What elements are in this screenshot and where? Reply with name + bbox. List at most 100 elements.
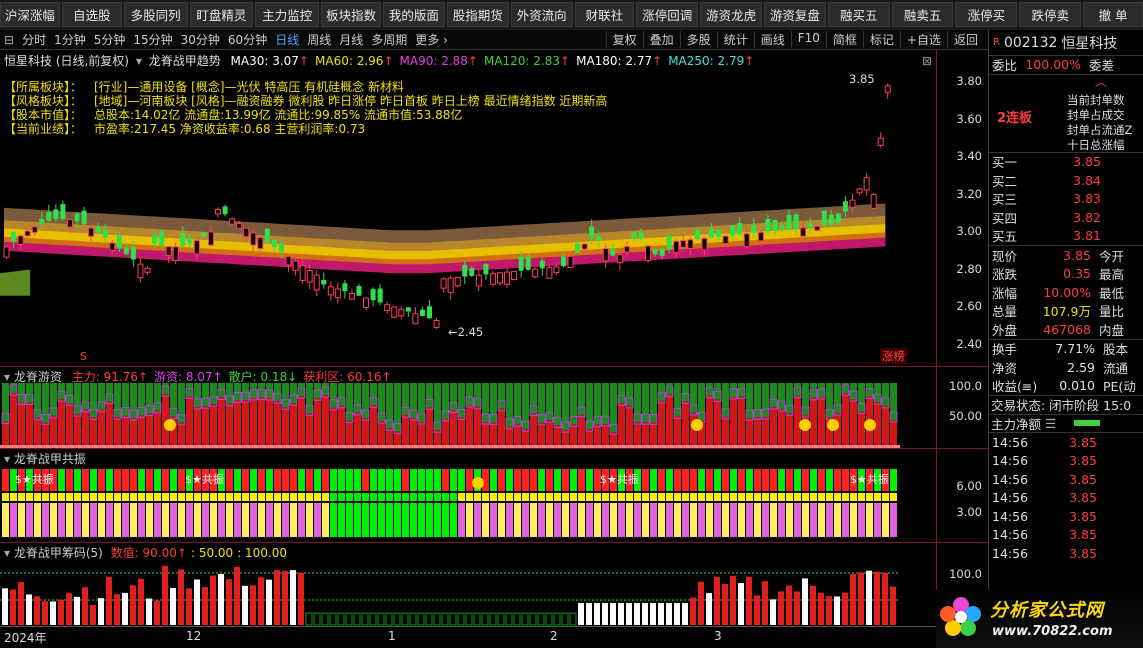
toolbar-link[interactable]: 返回 xyxy=(946,31,984,48)
chips-panel[interactable]: ▾ 龙脊战甲筹码(5) 数值: 90.00↑: 50.00: 100.00 xyxy=(0,542,936,626)
green-bar xyxy=(754,383,761,418)
period-tab[interactable]: 更多 › xyxy=(411,31,452,48)
period-tab[interactable]: 分时 xyxy=(18,31,50,48)
toolbar-button[interactable]: 主力监控 xyxy=(255,2,320,27)
signal-bar xyxy=(778,503,785,537)
candle xyxy=(666,236,672,250)
chip-bar xyxy=(569,612,577,626)
signal-bar xyxy=(298,503,305,537)
signal-bar xyxy=(66,493,73,501)
period-tab[interactable]: 5分钟 xyxy=(90,31,130,48)
red-bar xyxy=(106,401,113,445)
watermark-url: www.70822.com xyxy=(992,624,1113,639)
chevron-up-icon: ︿ xyxy=(1095,74,1108,89)
youzi-panel[interactable]: ▾ 龙脊游资 主力: 91.76↑ 游资: 8.07↑ 散户: 0.18↓ 获利区: … xyxy=(0,366,936,448)
signal-bar xyxy=(762,493,769,501)
dropdown-icon[interactable]: ▾ xyxy=(4,546,10,560)
candle xyxy=(427,306,432,319)
resonance-panel[interactable]: $★共振 $★共振 $★共振 $★共振 ▾ 龙脊战甲共振 xyxy=(0,448,936,542)
signal-bar xyxy=(74,469,81,491)
tick-list[interactable]: 14:56 3.85 14:56 3.85 14:56 3.85 14:56 3.85 14:5… xyxy=(989,433,1143,563)
toolbar-link[interactable]: 简框 xyxy=(825,31,863,48)
signal-bar xyxy=(378,503,385,537)
period-tab[interactable]: 30分钟 xyxy=(177,31,224,48)
stat-label: 量比 xyxy=(1099,304,1125,320)
period-tab[interactable]: 周线 xyxy=(303,31,335,48)
candle xyxy=(187,238,193,244)
toolbar-button[interactable]: 游资复盘 xyxy=(764,2,826,27)
toolbar-button[interactable]: 涨停买 xyxy=(955,2,1018,27)
stat-row: 涨幅 10.00% 最低 xyxy=(989,283,1143,302)
red-bar xyxy=(90,417,97,445)
netflow-row[interactable]: 主力净额 ☰ xyxy=(989,415,1143,433)
bid-label: 买五 xyxy=(992,229,1018,245)
toolbar-link[interactable]: 标记 xyxy=(862,31,900,48)
signal-bar xyxy=(450,493,457,501)
toolbar-button[interactable]: 撤 单 xyxy=(1083,2,1143,27)
dropdown-icon[interactable]: ▾ xyxy=(136,54,142,68)
signal-bar xyxy=(890,503,897,537)
signal-bar xyxy=(154,503,161,537)
date-label: 3 xyxy=(714,629,722,643)
toolbar-button[interactable]: 自选股 xyxy=(61,2,122,27)
bid-price: 3.82 xyxy=(1073,209,1101,225)
red-bar xyxy=(458,417,465,445)
toolbar-button[interactable]: 财联社 xyxy=(574,2,635,27)
red-bar xyxy=(2,421,9,445)
toolbar-button[interactable]: 我的版面 xyxy=(383,2,445,27)
settings-icon[interactable]: ⊟ xyxy=(0,33,18,47)
period-tab[interactable]: 1分钟 xyxy=(50,31,90,48)
signal-bar xyxy=(378,493,385,501)
stat-row: 净资 2.59 流通 xyxy=(989,358,1143,377)
toolbar-button[interactable]: 外资流向 xyxy=(510,2,573,27)
chip-bar xyxy=(666,603,672,625)
toolbar-button[interactable]: 游资龙虎 xyxy=(700,2,762,27)
red-bar xyxy=(266,398,273,445)
toolbar-button[interactable]: 沪深涨幅 xyxy=(0,2,60,27)
toolbar-link[interactable]: F10 xyxy=(790,31,826,48)
green-bar xyxy=(338,383,345,406)
signal-bar xyxy=(714,503,721,537)
candle xyxy=(793,214,799,229)
period-tab[interactable]: 15分钟 xyxy=(129,31,176,48)
dropdown-icon[interactable]: ▾ xyxy=(4,452,10,466)
signal-bar xyxy=(594,503,601,537)
toolbar-button[interactable]: 多股同列 xyxy=(123,2,188,27)
period-tab[interactable]: 日线 xyxy=(271,31,303,48)
red-bar xyxy=(818,397,825,445)
period-tab[interactable]: 月线 xyxy=(335,31,367,48)
toolbar-button[interactable]: 跌停卖 xyxy=(1019,2,1082,27)
dropdown-icon[interactable]: ▾ xyxy=(4,370,10,384)
toolbar-link[interactable]: 多股 xyxy=(679,31,717,48)
signal-bar xyxy=(570,469,577,491)
signal-bar xyxy=(506,503,513,537)
toolbar-button[interactable]: 板块指数 xyxy=(321,2,382,27)
toolbar-link[interactable]: 画线 xyxy=(753,31,791,48)
toolbar-button[interactable]: 股指期货 xyxy=(446,2,509,27)
toolbar-button[interactable]: 盯盘精灵 xyxy=(189,2,254,27)
candle xyxy=(299,265,306,281)
green-bar xyxy=(442,383,449,419)
toolbar-link[interactable]: 叠加 xyxy=(642,31,680,48)
kline-chart[interactable]: S 恒星科技 (日线,前复权) ▾ 龙脊战甲趋势 MA30: 3.07↑ MA60… xyxy=(0,50,936,366)
signal-bar xyxy=(642,493,649,501)
chip-bar xyxy=(521,612,529,626)
chip-bar xyxy=(337,612,345,626)
period-tab[interactable]: 60分钟 xyxy=(224,31,271,48)
toolbar-button[interactable]: 涨停回调 xyxy=(636,2,699,27)
chip-bar xyxy=(345,612,353,626)
ma-value: MA90: 2.88 xyxy=(399,54,468,68)
panel-title: 龙脊战甲筹码(5) xyxy=(13,546,103,560)
toolbar-link[interactable]: +自选 xyxy=(899,31,947,48)
period-tab[interactable]: 多周期 xyxy=(367,31,411,48)
green-bar xyxy=(378,383,385,422)
signal-bar xyxy=(362,493,369,501)
toolbar-link[interactable]: 复权 xyxy=(605,31,643,48)
list-icon[interactable]: ☰ xyxy=(1045,416,1056,431)
toolbar-button[interactable]: 融买五 xyxy=(827,2,890,27)
signal-bar xyxy=(602,503,609,537)
signal-bar xyxy=(754,469,761,491)
close-icon[interactable]: ⊠ xyxy=(922,54,932,68)
toolbar-link[interactable]: 统计 xyxy=(716,31,754,48)
toolbar-button[interactable]: 融卖五 xyxy=(891,2,954,27)
